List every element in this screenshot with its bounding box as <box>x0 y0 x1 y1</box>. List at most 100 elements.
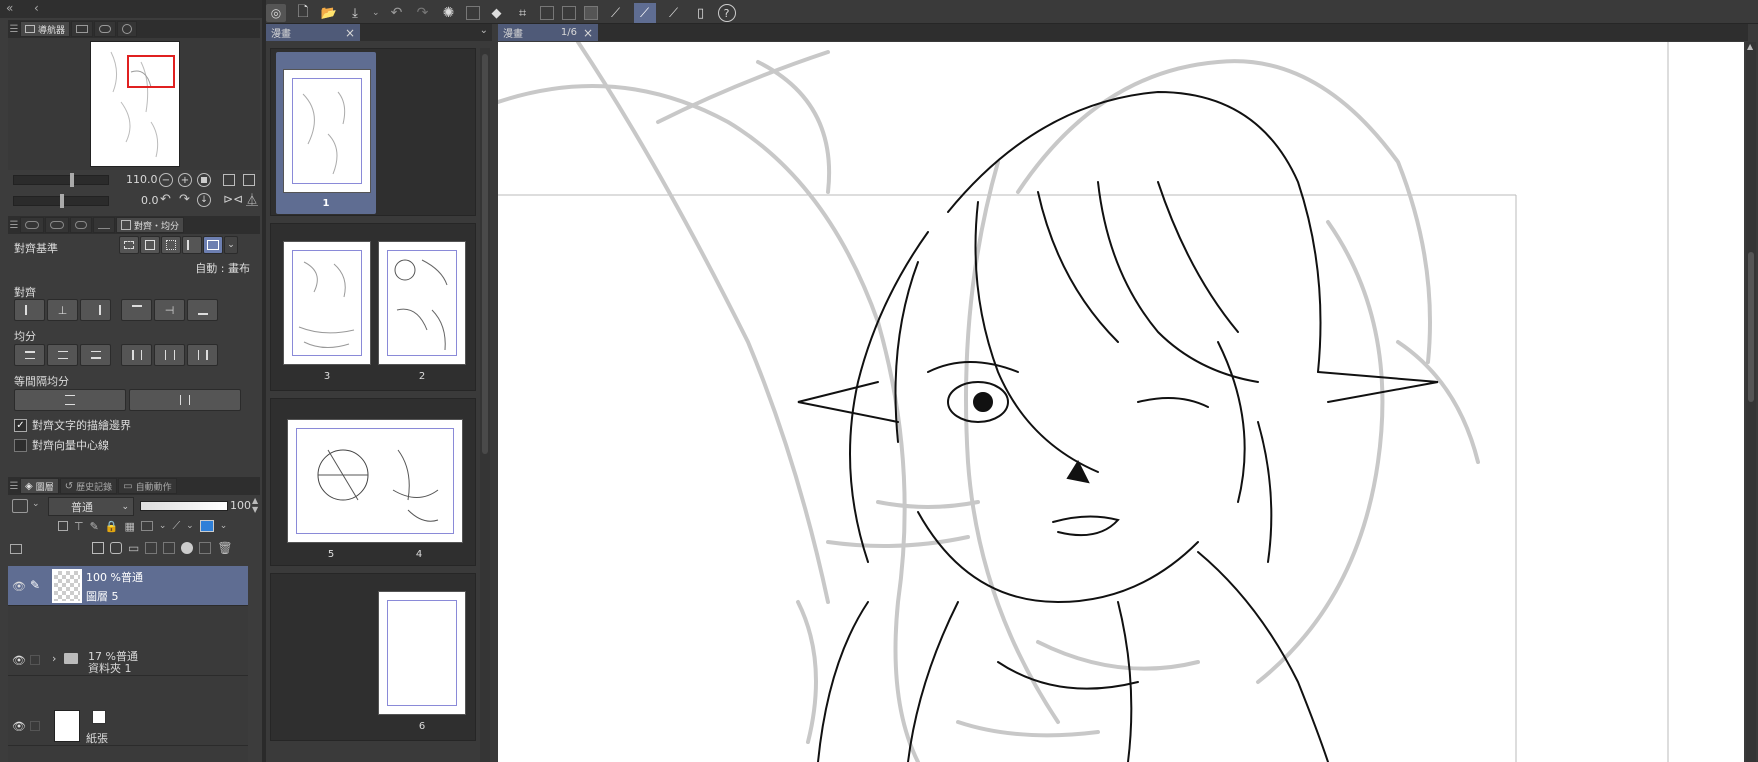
page-thumbnail-6[interactable] <box>378 591 466 715</box>
distribute-right-button[interactable] <box>187 344 218 366</box>
new-file-icon[interactable]: 🗋 <box>294 4 312 22</box>
tab-layer[interactable]: ◈ 圖層 <box>20 478 59 494</box>
ref-layer-icon[interactable] <box>58 521 68 531</box>
align-base-key-button[interactable] <box>182 236 202 254</box>
rotation-slider-handle[interactable] <box>60 194 64 208</box>
tab-sub-view[interactable] <box>71 21 94 37</box>
ruler-icon[interactable]: ⟋ <box>172 519 180 533</box>
align-bottom-button[interactable] <box>187 299 218 321</box>
companion-icon[interactable]: ▯ <box>692 4 710 22</box>
tab-info[interactable] <box>117 21 138 37</box>
new-folder-icon[interactable]: ▭ <box>128 541 139 555</box>
tab-canvas-manga[interactable]: 漫畫 1/6 × <box>498 24 598 41</box>
rotate-right-icon[interactable]: ↷ <box>179 192 190 207</box>
transform-icon[interactable]: ⌗ <box>514 4 532 22</box>
canvas-vertical-scrollbar[interactable]: ▲ <box>1746 42 1756 762</box>
loading-icon[interactable]: ✺ <box>440 4 458 22</box>
eye-icon[interactable]: 👁 <box>12 720 26 733</box>
chevron-down-icon[interactable]: ⌄ <box>220 521 228 531</box>
fit-canvas-icon[interactable] <box>223 174 235 186</box>
edit-target-icon[interactable] <box>30 655 40 665</box>
flip-horizontal-icon[interactable]: ⊳⊲ <box>223 192 243 206</box>
flip-vertical-icon[interactable]: ⏅ <box>246 191 258 208</box>
reset-rotation-icon[interactable]: ↓ <box>197 193 211 207</box>
fit-window-icon[interactable] <box>243 174 255 186</box>
collapse-left-icon[interactable]: « <box>6 1 13 15</box>
chevron-down-icon[interactable]: ⌄ <box>372 8 380 18</box>
deselect-icon[interactable] <box>539 6 554 20</box>
redo-icon[interactable]: ↷ <box>414 4 432 22</box>
zoom-value[interactable]: 110.0 <box>126 173 158 186</box>
layer-color-swatch[interactable] <box>12 499 28 513</box>
distribute-left-button[interactable] <box>121 344 152 366</box>
layer-row-3[interactable]: 👁 紙張 <box>8 706 248 746</box>
page-thumbnail-5-4[interactable] <box>287 419 463 543</box>
align-vcenter-button[interactable]: ⊣ <box>154 299 185 321</box>
new-vector-layer-icon[interactable] <box>110 542 122 554</box>
undo-icon[interactable]: ↶ <box>388 4 406 22</box>
page-thumbnail-2[interactable] <box>378 241 466 365</box>
check-vector-center-row[interactable]: 對齊向量中心線 <box>14 437 109 453</box>
tab-tool-property[interactable] <box>20 217 44 233</box>
check-vector-center-checkbox[interactable] <box>14 438 27 452</box>
save-icon[interactable]: ⤓ <box>346 4 364 22</box>
snap-grid-icon[interactable]: ⟋ <box>664 4 684 22</box>
transfer-layer-icon[interactable] <box>145 542 158 554</box>
navigator-viewport-frame[interactable] <box>127 55 175 88</box>
align-hcenter-button[interactable]: ⊥ <box>47 299 78 321</box>
create-mask-icon[interactable] <box>181 542 194 554</box>
selection-display-icon[interactable] <box>583 6 598 20</box>
layer-panel-options-icon[interactable] <box>10 544 22 554</box>
drawing-canvas[interactable] <box>498 42 1744 762</box>
menu-icon[interactable]: ☰ <box>8 481 20 492</box>
zoom-in-icon[interactable]: + <box>178 173 192 187</box>
eye-icon[interactable]: 👁 <box>12 580 26 593</box>
lock-transparent-icon[interactable]: ▦ <box>125 520 135 533</box>
page-thumbnail-3[interactable] <box>283 241 371 365</box>
layer-row-2[interactable]: 👁 › 17 %普通 資料夾 1 <box>8 646 248 676</box>
distribute-vcenter-button[interactable] <box>47 344 78 366</box>
tab-material[interactable] <box>93 217 115 233</box>
help-icon[interactable]: ? <box>717 4 736 22</box>
distribute-hcenter-button[interactable] <box>154 344 185 366</box>
trash-icon[interactable]: 🗑 <box>217 541 232 555</box>
opacity-stepper-icon[interactable]: ▲ ▼ <box>252 496 258 514</box>
page-list-scrollbar[interactable] <box>480 48 490 762</box>
zoom-out-icon[interactable]: − <box>159 173 173 187</box>
align-base-selection-button[interactable] <box>119 236 139 254</box>
equal-spacing-horizontal-button[interactable] <box>129 389 241 411</box>
chevron-down-icon[interactable]: ⌄ <box>480 25 488 36</box>
tab-auto-action[interactable]: ▭ 自動動作 <box>118 478 177 494</box>
navigator-thumbnail[interactable] <box>90 41 180 167</box>
new-raster-layer-icon[interactable] <box>92 542 104 554</box>
merge-down-icon[interactable] <box>163 542 176 554</box>
canvas-scrollbar-thumb[interactable] <box>1748 252 1754 402</box>
rotate-left-icon[interactable]: ↶ <box>160 192 171 207</box>
chevron-down-icon[interactable]: ⌄ <box>32 499 40 509</box>
tab-history[interactable]: ↺ 歷史記錄 <box>59 478 118 494</box>
chevron-down-icon[interactable]: ⌄ <box>186 521 194 531</box>
tab-navigator[interactable]: 導航器 <box>20 21 71 37</box>
align-base-layer-button[interactable] <box>140 236 160 254</box>
mask-icon[interactable] <box>140 521 153 531</box>
rotation-value[interactable]: 0.0 <box>141 194 159 207</box>
pencil-icon[interactable]: ✎ <box>30 578 40 592</box>
menu-icon[interactable]: ☰ <box>8 220 20 231</box>
clip-icon[interactable]: ⊤ <box>74 520 84 533</box>
edit-target-icon[interactable] <box>30 721 40 731</box>
invert-selection-icon[interactable] <box>561 6 576 20</box>
draft-icon[interactable]: ✎ <box>90 520 99 533</box>
chevron-down-icon[interactable]: ⌄ <box>159 521 167 531</box>
equal-spacing-vertical-button[interactable] <box>14 389 126 411</box>
distribute-bottom-button[interactable] <box>80 344 111 366</box>
close-icon[interactable]: × <box>583 26 593 40</box>
check-text-border-row[interactable]: ✓ 對齊文字的描繪邊界 <box>14 417 131 433</box>
eye-icon[interactable]: 👁 <box>12 654 26 667</box>
chevron-right-icon[interactable]: › <box>52 652 56 665</box>
menu-icon[interactable]: ☰ <box>8 24 20 35</box>
open-folder-icon[interactable]: 📂 <box>320 4 338 22</box>
align-base-dropdown-button[interactable]: ⌄ <box>224 236 238 254</box>
page-list-scrollbar-thumb[interactable] <box>482 54 488 454</box>
snap-special-ruler-icon[interactable]: ⟋ <box>633 3 656 23</box>
snap-ruler-icon[interactable]: ⟋ <box>606 4 626 22</box>
